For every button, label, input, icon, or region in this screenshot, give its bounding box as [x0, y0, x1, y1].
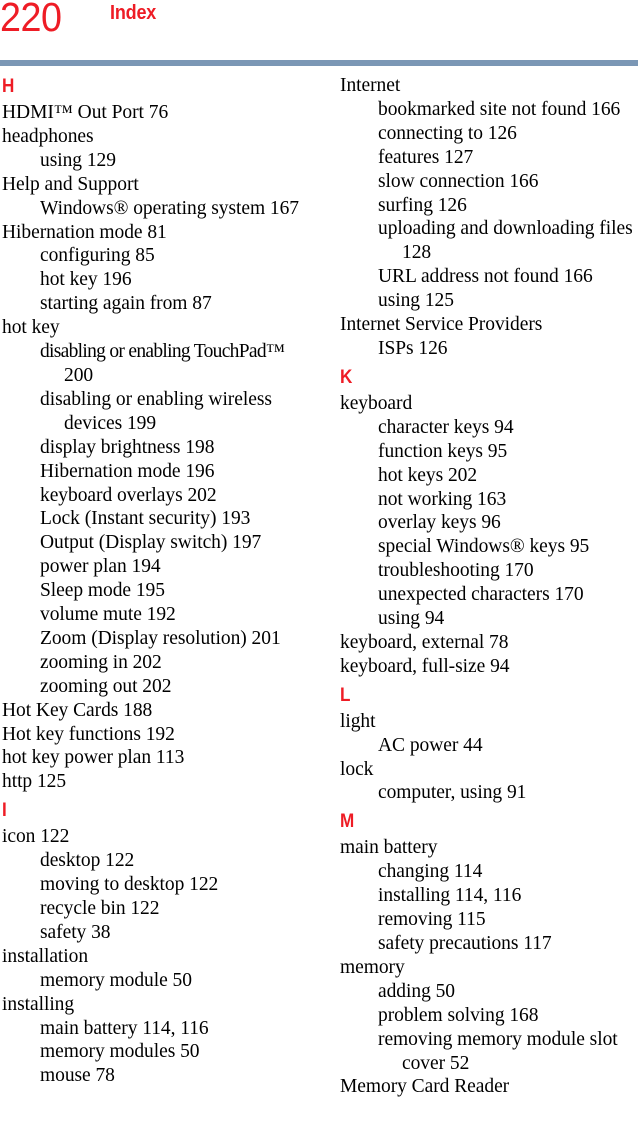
- index-subentry: keyboard overlays 202: [40, 484, 217, 506]
- index-subentry: using 129: [40, 149, 116, 171]
- index-subentry: main battery 114, 116: [40, 1017, 209, 1039]
- index-subentry: hot keys 202: [378, 464, 478, 486]
- index-entry: Hibernation mode 81: [2, 221, 167, 243]
- index-subentry: hot key 196: [40, 269, 132, 291]
- index-subentry: features 127: [378, 146, 474, 168]
- index-subentry: removing memory module slot: [378, 1028, 618, 1050]
- index-content: H HDMI™ Out Port 76 headphones using 129 Hel…: [0, 74, 638, 1128]
- index-subentry: ISPs 126: [378, 337, 448, 359]
- letter-heading-h: H: [2, 76, 15, 97]
- index-subentry: URL address not found 166: [378, 266, 593, 288]
- letter-heading-l: L: [340, 684, 351, 706]
- index-subentry: character keys 94: [378, 416, 514, 438]
- index-subentry: slow connection 166: [378, 170, 539, 192]
- index-subentry: starting again from 87: [40, 293, 212, 315]
- index-subentry: adding 50: [378, 980, 455, 1002]
- index-subentry: safety 38: [40, 921, 111, 943]
- index-subentry: computer, using 91: [378, 782, 527, 804]
- index-entry: Internet: [340, 75, 401, 96]
- index-subentry: disabling or enabling TouchPad™: [40, 341, 285, 363]
- index-subentry: problem solving 168: [378, 1004, 539, 1026]
- page-header: 220 Index: [0, 0, 638, 70]
- index-entry: Hot Key Cards 188: [2, 699, 153, 721]
- index-entry: Hot key functions 192: [2, 723, 175, 745]
- index-entry: lock: [340, 758, 374, 780]
- index-entry: installing: [2, 993, 75, 1015]
- index-entry: light: [340, 710, 376, 732]
- index-subentry: 200: [64, 364, 94, 386]
- index-subentry: uploading and downloading files: [378, 218, 633, 240]
- index-entry: icon 122: [2, 826, 70, 848]
- index-subentry: power plan 194: [40, 556, 161, 578]
- index-subentry: AC power 44: [378, 734, 483, 756]
- index-subentry: recycle bin 122: [40, 898, 160, 919]
- index-subentry: memory modules 50: [40, 1041, 200, 1063]
- running-head-title: Index: [110, 2, 157, 24]
- index-subentry: Output (Display switch) 197: [40, 532, 262, 554]
- page-number: 220: [0, 0, 62, 40]
- index-entry: headphones: [2, 125, 94, 147]
- index-subentry: not working 163: [378, 488, 507, 510]
- header-divider-rule: [0, 60, 638, 66]
- index-subentry: cover 52: [402, 1052, 470, 1074]
- index-entry: installation: [2, 945, 89, 967]
- index-entry: HDMI™ Out Port 76: [2, 102, 169, 123]
- index-subentry: desktop 122: [40, 850, 135, 872]
- letter-heading-i: I: [2, 800, 7, 822]
- index-subentry: removing 115: [378, 909, 486, 931]
- letter-heading-k: K: [340, 366, 353, 388]
- index-subentry: volume mute 192: [40, 604, 176, 626]
- index-subentry: disabling or enabling wireless: [40, 388, 272, 410]
- index-entry: memory: [340, 956, 405, 978]
- index-subentry: surfing 126: [378, 194, 467, 216]
- index-entry: Internet Service Providers: [340, 314, 543, 336]
- index-subentry: unexpected characters 170: [378, 584, 584, 606]
- index-subentry: 128: [402, 242, 432, 264]
- index-entry: http 125: [2, 771, 67, 793]
- right-column: Internet bookmarked site not found 166 con…: [340, 74, 638, 1099]
- index-subentry: zooming out 202: [40, 675, 172, 697]
- left-column: H HDMI™ Out Port 76 headphones using 129 Hel…: [2, 74, 302, 1088]
- index-subentry: troubleshooting 170: [378, 560, 534, 582]
- index-subentry: display brightness 198: [40, 436, 215, 458]
- index-entry: keyboard, external 78: [340, 631, 509, 653]
- index-subentry: zooming in 202: [40, 651, 162, 673]
- index-subentry: installing 114, 116: [378, 885, 522, 907]
- letter-heading-m: M: [340, 811, 355, 833]
- index-subentry: mouse 78: [40, 1065, 115, 1087]
- index-entry: hot key: [2, 317, 60, 339]
- index-entry: Memory Card Reader: [340, 1076, 510, 1098]
- index-subentry: using 94: [378, 608, 445, 630]
- index-subentry: memory module 50: [40, 969, 192, 991]
- index-subentry: Lock (Instant security) 193: [40, 508, 251, 530]
- index-subentry: configuring 85: [40, 245, 155, 267]
- index-subentry: Sleep mode 195: [40, 580, 165, 602]
- index-subentry: moving to desktop 122: [40, 874, 219, 896]
- index-subentry: safety precautions 117: [378, 933, 552, 954]
- index-subentry: using 125: [378, 290, 454, 312]
- index-subentry: changing 114: [378, 861, 483, 883]
- index-subentry: connecting to 126: [378, 122, 517, 144]
- index-subentry: bookmarked site not found 166: [378, 98, 621, 120]
- index-subentry: Windows® operating system 167: [40, 197, 300, 219]
- index-entry: hot key power plan 113: [2, 747, 185, 769]
- index-subentry: Zoom (Display resolution) 201: [40, 627, 281, 649]
- index-entry: Help and Support: [2, 173, 139, 195]
- index-subentry: function keys 95: [378, 440, 508, 462]
- index-entry: main battery: [340, 837, 438, 859]
- index-subentry: Hibernation mode 196: [40, 460, 215, 482]
- index-entry: keyboard: [340, 392, 413, 414]
- index-subentry: overlay keys 96: [378, 512, 501, 534]
- index-subentry: devices 199: [64, 412, 157, 434]
- index-entry: keyboard, full-size 94: [340, 655, 510, 677]
- index-subentry: special Windows® keys 95: [378, 536, 590, 558]
